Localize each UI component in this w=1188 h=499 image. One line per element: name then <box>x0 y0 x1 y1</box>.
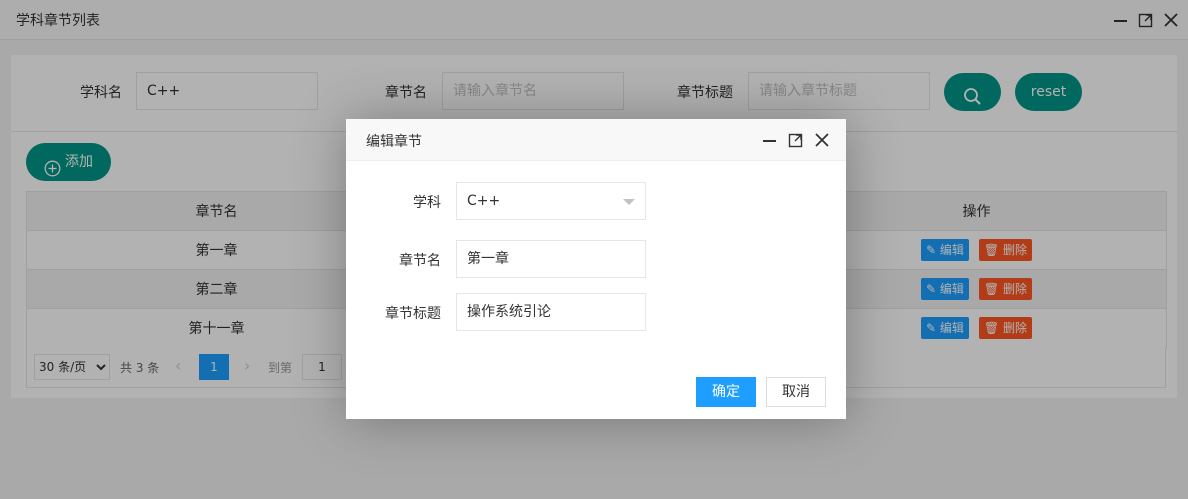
dialog-chapter-title-label: 章节标题 <box>385 306 441 322</box>
confirm-button[interactable]: 确定 <box>696 377 756 407</box>
dialog-maximize-icon[interactable] <box>788 132 804 148</box>
dialog-close-icon[interactable] <box>814 132 830 148</box>
dialog-chapter-input[interactable]: 第一章 <box>456 240 646 278</box>
dialog-subject-select[interactable]: C++ <box>456 182 646 220</box>
dialog-subject-value: C++ <box>467 193 501 209</box>
chevron-down-icon <box>623 199 635 205</box>
dialog-header: 编辑章节 <box>346 119 846 161</box>
dialog-subject-label: 学科 <box>413 195 441 211</box>
dialog-chapter-label: 章节名 <box>399 253 441 269</box>
cancel-button[interactable]: 取消 <box>766 377 826 407</box>
dialog-title: 编辑章节 <box>366 134 422 150</box>
edit-chapter-dialog: 编辑章节 学科 C++ 章节名 第一章 章节标题 操作系统引论 确定 取消 <box>346 119 846 419</box>
dialog-chapter-title-input[interactable]: 操作系统引论 <box>456 293 646 331</box>
dialog-minimize-icon[interactable] <box>762 132 778 148</box>
